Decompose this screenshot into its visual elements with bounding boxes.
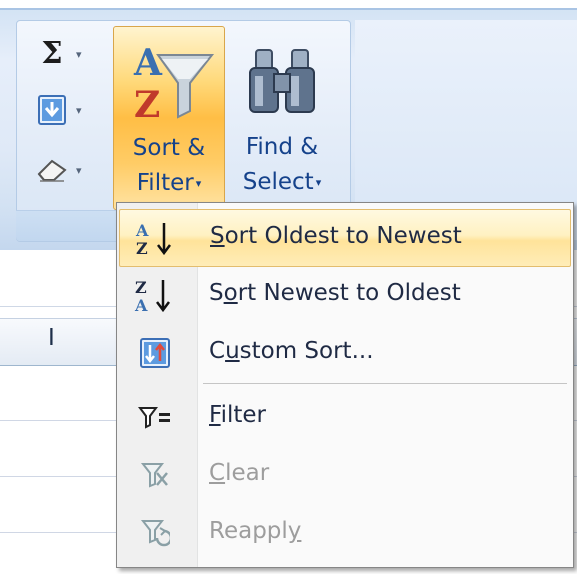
menu-label-pre: C — [209, 338, 226, 364]
menu-label-accesskey: S — [210, 223, 225, 249]
find-select-dropdown-arrow[interactable]: ▾ — [316, 176, 322, 189]
menu-label-accesskey: y — [287, 518, 302, 544]
filter-icon — [131, 397, 179, 437]
menu-label-accesskey: o — [223, 280, 238, 306]
menu-item-reapply[interactable]: Reapply — [119, 505, 569, 561]
menu-label-accesskey: F — [209, 402, 221, 428]
sort-filter-icon: A Z — [114, 33, 224, 129]
autosum-dropdown-arrow[interactable]: ▾ — [76, 48, 82, 61]
reapply-icon — [131, 513, 179, 553]
menu-label-accesskey: u — [225, 338, 240, 364]
find-select-label-line1: Find & — [245, 134, 319, 160]
menu-label-pre: S — [209, 280, 224, 306]
menu-item-sort-newest-to-oldest[interactable]: Z A Sort Newest to Oldest — [119, 267, 569, 323]
binoculars-icon — [226, 32, 338, 128]
svg-text:Z: Z — [134, 84, 160, 126]
clear-filter-icon — [131, 455, 179, 495]
eraser-icon — [34, 153, 70, 187]
sort-ascending-icon: A Z — [132, 218, 180, 258]
menu-separator — [203, 383, 567, 384]
sort-filter-label-line1: Sort & — [132, 135, 206, 161]
sort-filter-label-line2: Filter — [136, 170, 194, 196]
menu-item-custom-sort[interactable]: Custom Sort... — [119, 325, 569, 381]
fill-button[interactable]: ▾ — [34, 90, 104, 130]
menu-label-post: rt Newest to Oldest — [237, 280, 461, 306]
menu-item-clear[interactable]: Clear — [119, 447, 569, 503]
fill-down-icon — [34, 93, 70, 127]
autosum-button[interactable]: Σ ▾ — [34, 34, 104, 74]
sort-filter-menu: A Z Sort Oldest to Newest Z A Sort Newes… — [116, 202, 574, 568]
menu-item-sort-oldest-to-newest[interactable]: A Z Sort Oldest to Newest — [119, 209, 571, 267]
svg-text:A: A — [135, 221, 149, 240]
menu-label-post: lear — [225, 460, 270, 486]
sort-filter-dropdown-arrow[interactable]: ▾ — [196, 177, 202, 190]
menu-label-post: ilter — [220, 402, 266, 428]
svg-text:Z: Z — [136, 239, 148, 256]
sort-descending-icon: Z A — [131, 275, 179, 315]
svg-text:Z: Z — [135, 278, 147, 297]
clear-dropdown-arrow[interactable]: ▾ — [76, 164, 82, 177]
sigma-icon: Σ — [41, 36, 63, 71]
svg-text:A: A — [133, 42, 163, 84]
find-select-button[interactable]: Find & Select ▾ — [226, 26, 338, 208]
menu-label-pre: Reappl — [209, 518, 288, 544]
ribbon-top-border — [0, 8, 577, 10]
find-select-label-line2: Select — [242, 169, 314, 195]
fill-dropdown-arrow[interactable]: ▾ — [76, 104, 82, 117]
menu-label-accesskey: C — [209, 460, 226, 486]
menu-label-post: stom Sort... — [239, 338, 374, 364]
clear-button[interactable]: ▾ — [34, 150, 104, 190]
sort-filter-button[interactable]: A Z Sort & Filter ▾ — [113, 26, 225, 210]
custom-sort-icon — [131, 333, 179, 373]
menu-item-filter[interactable]: Filter — [119, 389, 569, 445]
column-header-i[interactable]: I — [48, 325, 55, 351]
menu-label-post: ort Oldest to Newest — [224, 223, 462, 249]
svg-text:A: A — [134, 296, 148, 313]
